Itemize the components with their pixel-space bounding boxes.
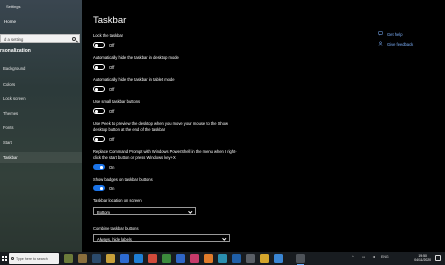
chevron-down-icon	[222, 235, 227, 240]
taskbar-clock[interactable]: 19:50 04/11/2020	[414, 254, 431, 263]
toggle-knob	[95, 44, 98, 47]
windows-taskbar: Type here to search ^ ▭ ◄ ENG 19:50 04/1…	[0, 252, 445, 265]
notification-icon[interactable]	[435, 255, 441, 261]
taskbar-app-icon[interactable]	[162, 254, 171, 263]
toggle-state-small-buttons: Off	[109, 109, 115, 114]
toggle-state-autohide-desktop: Off	[109, 65, 115, 70]
toggle-knob	[95, 110, 98, 113]
taskbar-app-icon[interactable]	[120, 254, 129, 263]
setting-label-peek: Use Peek to preview the desktop when you…	[93, 121, 228, 132]
sidebar-item-start[interactable]: Start	[3, 140, 12, 145]
get-help-link[interactable]: Get help	[387, 32, 402, 37]
tray-network-icon[interactable]: ▭	[362, 255, 365, 259]
taskbar-location-value: Bottom	[97, 209, 110, 215]
taskbar-app-icon[interactable]	[204, 254, 213, 263]
combine-buttons-dropdown[interactable]: Always, hide labels	[93, 234, 230, 242]
sidebar-item-fonts[interactable]: Fonts	[3, 125, 13, 130]
toggle-knob	[100, 187, 103, 190]
toggle-peek[interactable]	[93, 136, 105, 142]
toggle-autohide-desktop[interactable]	[93, 64, 105, 70]
toggle-knob	[95, 138, 98, 141]
file-explorer-icon[interactable]	[106, 254, 115, 263]
toggle-knob	[95, 66, 98, 69]
feedback-icon	[378, 41, 383, 46]
taskbar-app-icon[interactable]	[232, 254, 241, 263]
setting-label-autohide-tablet: Automatically hide the taskbar in tablet…	[93, 77, 175, 82]
sidebar-home[interactable]: Home	[4, 19, 16, 24]
combine-buttons-value: Always, hide labels	[97, 236, 132, 242]
setting-label-lock-taskbar: Lock the taskbar	[93, 33, 124, 38]
settings-search-placeholder: d a setting	[4, 36, 24, 42]
taskbar-app-icon[interactable]	[176, 254, 185, 263]
page-title: Taskbar	[93, 15, 127, 26]
setting-label-autohide-desktop: Automatically hide the taskbar in deskto…	[93, 55, 179, 60]
chevron-down-icon	[188, 208, 193, 213]
toggle-knob	[100, 166, 103, 169]
windows-logo-icon-part	[4, 258, 7, 261]
setting-label-small-buttons: Use small taskbar buttons	[93, 99, 141, 104]
toggle-autohide-tablet[interactable]	[93, 86, 105, 92]
toggle-state-badges: On	[109, 186, 115, 191]
sidebar-item-colors[interactable]: Colors	[3, 82, 15, 87]
window-title: Settings	[6, 4, 21, 9]
taskbar-location-label: Taskbar location on screen	[93, 198, 142, 203]
tray-language[interactable]: ENG	[381, 255, 389, 259]
sidebar-item-taskbar[interactable]: Taskbar	[3, 155, 18, 160]
sidebar: Settings Home d a setting rsonalization …	[0, 0, 82, 252]
clock-date: 04/11/2020	[414, 258, 431, 263]
combine-buttons-label: Combine taskbar buttons	[93, 226, 139, 231]
tray-chevron-up-icon[interactable]: ^	[352, 255, 354, 259]
taskbar-app-icon[interactable]	[92, 254, 101, 263]
tray-volume-icon[interactable]: ◄	[372, 255, 375, 259]
toggle-small-buttons[interactable]	[93, 108, 105, 114]
sidebar-section-title: rsonalization	[0, 48, 31, 54]
taskbar-app-icon[interactable]	[78, 254, 87, 263]
edge-icon[interactable]	[134, 254, 143, 263]
taskbar-app-icon[interactable]	[218, 254, 227, 263]
start-button[interactable]	[2, 256, 7, 261]
sidebar-item-themes[interactable]: Themes	[3, 111, 18, 116]
taskbar-app-icon[interactable]	[260, 254, 269, 263]
main-content: Taskbar Lock the taskbar Off Automatical…	[82, 0, 445, 252]
taskbar-app-icon[interactable]	[274, 254, 283, 263]
taskbar-search-box[interactable]: Type here to search	[9, 253, 59, 264]
setting-label-badges: Show badges on taskbar buttons	[93, 177, 153, 182]
settings-gear-icon[interactable]	[296, 254, 305, 265]
setting-label-powershell: Replace Command Prompt with Windows Powe…	[93, 149, 237, 160]
toggle-powershell[interactable]	[93, 164, 105, 170]
toggle-badges[interactable]	[93, 185, 105, 191]
taskbar-app-icon[interactable]	[148, 254, 157, 263]
sidebar-item-lock-screen[interactable]: Lock screen	[3, 96, 26, 101]
taskbar-search-placeholder: Type here to search	[16, 256, 48, 261]
taskbar-app-icon[interactable]	[246, 254, 255, 263]
toggle-state-autohide-tablet: Off	[109, 87, 115, 92]
taskbar-app-icon[interactable]	[64, 254, 73, 263]
toggle-knob	[95, 88, 98, 91]
sidebar-item-background[interactable]: Background	[3, 66, 25, 71]
toggle-state-lock-taskbar: Off	[109, 43, 115, 48]
toggle-state-powershell: On	[109, 165, 115, 170]
taskbar-app-icon[interactable]	[190, 254, 199, 263]
toggle-lock-taskbar[interactable]	[93, 42, 105, 48]
toggle-state-peek: Off	[109, 137, 115, 142]
help-icon	[378, 31, 383, 36]
settings-search-input[interactable]: d a setting	[0, 34, 80, 43]
give-feedback-link[interactable]: Give feedback	[387, 42, 413, 47]
taskbar-location-dropdown[interactable]: Bottom	[93, 207, 196, 215]
search-icon[interactable]	[72, 36, 76, 41]
search-icon	[11, 256, 15, 260]
